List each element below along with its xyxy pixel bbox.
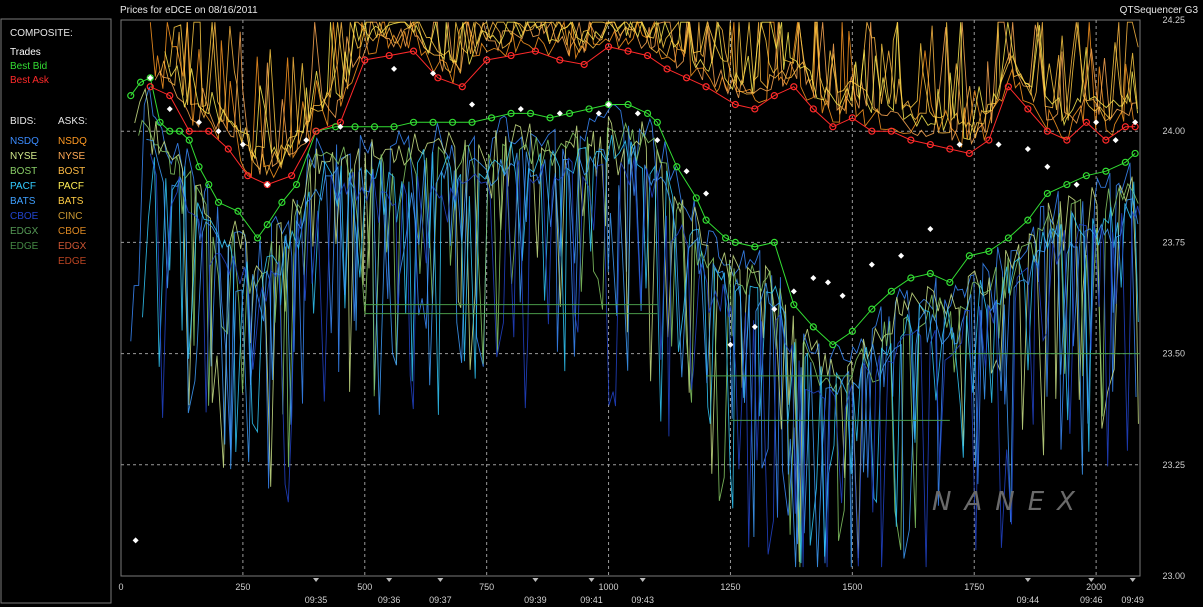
time-tick-label: 09:41: [580, 595, 603, 605]
time-tick-label: 09:37: [429, 595, 452, 605]
legend-item-ask: BATS: [58, 196, 84, 207]
legend-item-ask: EDGX: [58, 241, 87, 252]
time-tick-label: 09:39: [524, 595, 547, 605]
time-tick-marker: [1024, 578, 1031, 582]
time-tick-marker: [588, 578, 595, 582]
legend-item-composite: Best Bid: [10, 61, 47, 72]
time-tick-marker: [532, 578, 539, 582]
legend-item-bid: BOST: [10, 166, 37, 177]
x-tick-label: 1000: [599, 582, 619, 592]
y-tick-label: 23.00: [1162, 571, 1185, 581]
x-tick-label: 0: [118, 582, 123, 592]
legend-item-composite: Trades: [10, 47, 41, 58]
time-tick-marker: [437, 578, 444, 582]
legend-item-bid: EDGE: [10, 241, 39, 252]
time-tick-label: 09:46: [1080, 595, 1103, 605]
chart-title: Prices for eDCE on 08/16/2011: [120, 5, 258, 16]
legend-item-ask: CBOE: [58, 226, 87, 237]
app-name: QTSequencer G3: [1120, 5, 1199, 16]
y-tick-label: 24.25: [1162, 15, 1185, 25]
legend-item-bid: BATS: [10, 196, 36, 207]
legend-item-bid: NSDQ: [10, 136, 39, 147]
x-tick-label: 750: [479, 582, 494, 592]
bids-title: BIDS:: [10, 116, 36, 127]
legend-item-ask: NSDQ: [58, 136, 87, 147]
y-tick-label: 23.25: [1162, 460, 1185, 470]
y-tick-label: 24.00: [1162, 126, 1185, 136]
time-tick-marker: [386, 578, 393, 582]
legend-item-bid: PACF: [10, 181, 36, 192]
legend-panel: [0, 18, 112, 604]
time-tick-label: 09:44: [1017, 595, 1040, 605]
legend-item-bid: CBOE: [10, 211, 39, 222]
x-tick-label: 1750: [964, 582, 984, 592]
watermark: NANEX: [932, 487, 1088, 517]
x-tick-label: 500: [357, 582, 372, 592]
time-tick-marker: [639, 578, 646, 582]
time-tick-label: 09:36: [378, 595, 401, 605]
y-axis-ticks: 24.25 24.00 23.75 23.50 23.25 23.00: [1162, 15, 1185, 581]
legend-item-bid: NYSE: [10, 151, 38, 162]
asks-legend: NSDQ NYSE BOST PACF BATS CINC CBOE EDGX EDGE: [58, 136, 87, 267]
composite-legend: Trades Best Bid Best Ask: [10, 47, 50, 86]
composite-title: COMPOSITE:: [10, 28, 73, 39]
legend-item-ask: EDGE: [58, 256, 87, 267]
x-tick-label: 250: [235, 582, 250, 592]
x-tick-label: 1250: [720, 582, 740, 592]
legend-item-ask: NYSE: [58, 151, 86, 162]
legend-item-composite: Best Ask: [10, 75, 50, 86]
legend-item-ask: BOST: [58, 166, 85, 177]
bids-legend: NSDQ NYSE BOST PACF BATS CBOE EDGX EDGE: [10, 136, 39, 252]
price-chart: Prices for eDCE on 08/16/2011 QTSequence…: [0, 5, 1199, 605]
time-tick-marker: [1129, 578, 1136, 582]
time-tick-label: 09:43: [631, 595, 654, 605]
legend-item-bid: EDGX: [10, 226, 39, 237]
y-tick-label: 23.75: [1162, 237, 1185, 247]
time-tick-marker: [313, 578, 320, 582]
time-tick-label: 09:35: [305, 595, 328, 605]
x-axis-ticks: 0 250 500 750 1000 1250 1500 1750 2000: [118, 582, 1106, 592]
x-tick-label: 1500: [842, 582, 862, 592]
y-tick-label: 23.50: [1162, 349, 1185, 359]
time-tick-label: 09:49: [1121, 595, 1144, 605]
asks-title: ASKS:: [58, 116, 87, 127]
legend-item-ask: CINC: [58, 211, 82, 222]
legend-item-ask: PACF: [58, 181, 84, 192]
x-tick-label: 2000: [1086, 582, 1106, 592]
